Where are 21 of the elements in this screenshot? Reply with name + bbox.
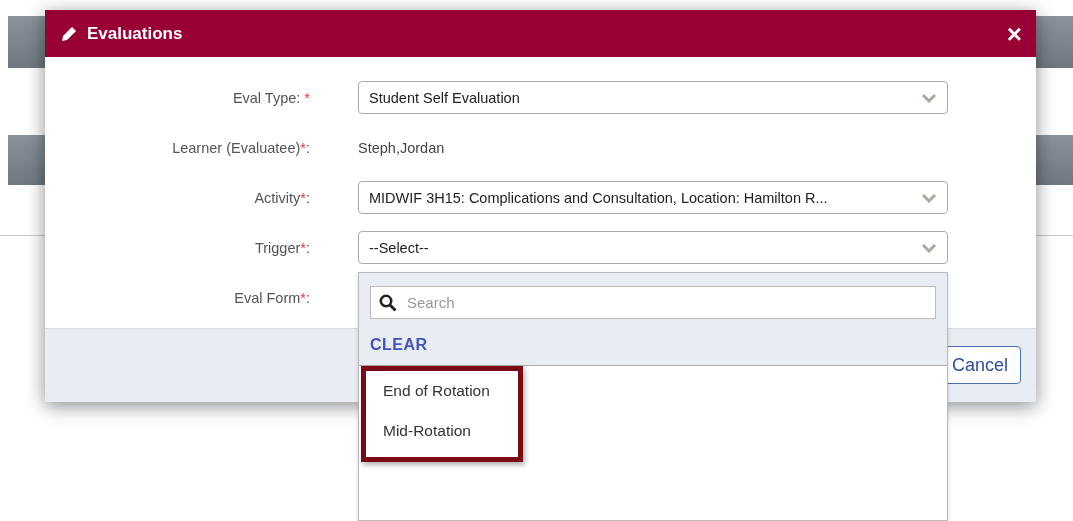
chevron-down-icon xyxy=(921,192,937,203)
select-field[interactable]: --Select-- xyxy=(358,231,948,264)
dropdown-option[interactable]: Mid-Rotation xyxy=(383,422,471,440)
chevron-down-icon xyxy=(921,242,937,253)
field-label: Eval Type: * xyxy=(231,89,310,106)
search-field[interactable]: Search xyxy=(370,286,936,319)
close-button[interactable]: × xyxy=(1006,20,1022,47)
field-label: Learner (Evaluatee)*: xyxy=(171,139,310,156)
select-field[interactable]: Student Self Evaluation xyxy=(358,81,948,114)
dialog-title: Evaluations xyxy=(87,23,184,44)
clear-link[interactable]: CLEAR xyxy=(370,336,428,354)
field-label: Eval Form*: xyxy=(233,289,310,306)
field-label: Trigger*: xyxy=(253,239,310,256)
chevron-down-icon xyxy=(921,92,937,103)
field-value: Steph,Jordan xyxy=(358,139,445,156)
select-field[interactable]: MIDWIF 3H15: Complications and Consultation, Location: Hamilton R... xyxy=(358,181,948,214)
pencil-icon xyxy=(61,25,77,42)
field-label: Activity*: xyxy=(253,189,310,206)
search-icon xyxy=(379,293,397,312)
dropdown-option[interactable]: End of Rotation xyxy=(383,382,490,400)
search-input[interactable]: Search xyxy=(405,293,927,312)
